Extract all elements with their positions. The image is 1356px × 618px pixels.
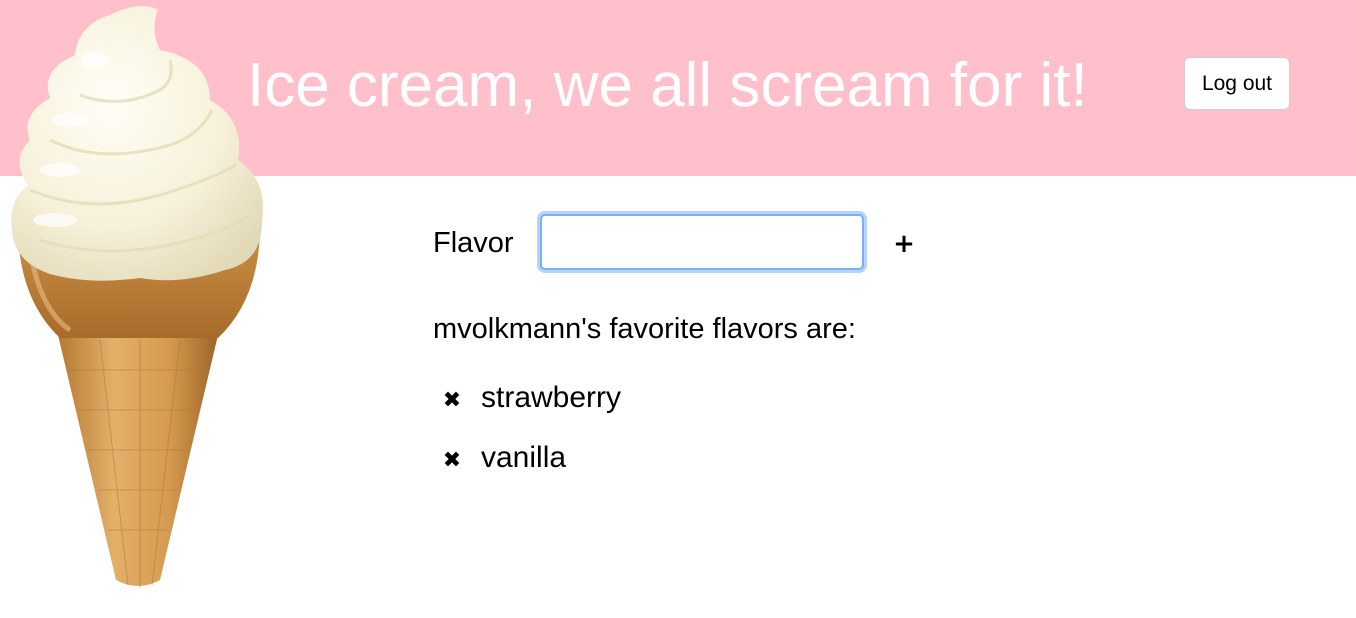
page: Ice cream, we all scream for it! Log out bbox=[0, 0, 1356, 618]
flavor-label: Flavor bbox=[433, 227, 514, 259]
flavor-name: vanilla bbox=[481, 441, 567, 474]
add-flavor-button[interactable]: + bbox=[890, 226, 918, 262]
flavor-name: strawberry bbox=[481, 381, 622, 414]
logout-button[interactable]: Log out bbox=[1184, 57, 1290, 110]
delete-flavor-icon[interactable]: ✖ bbox=[441, 386, 463, 416]
favorites-heading: mvolkmann's favorite flavors are: bbox=[433, 313, 856, 345]
delete-flavor-icon[interactable]: ✖ bbox=[441, 446, 463, 476]
ice-cream-cone-icon bbox=[11, 6, 264, 588]
flavor-input[interactable] bbox=[540, 214, 864, 270]
page-title: Ice cream, we all scream for it! bbox=[247, 51, 1088, 120]
